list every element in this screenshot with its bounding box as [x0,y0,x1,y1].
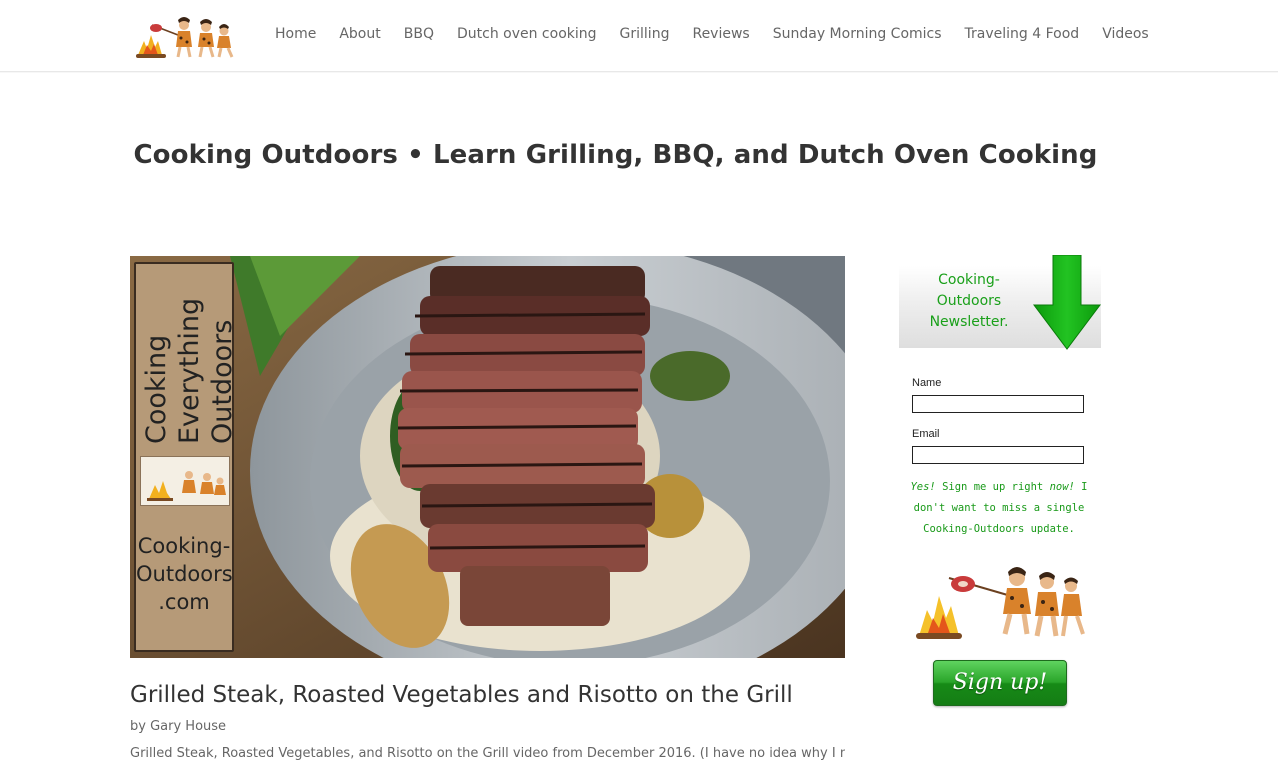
page-title: Cooking Outdoors • Learn Grilling, BBQ, … [133,140,1098,170]
newsletter-heading-line1: Cooking- [938,272,1000,288]
newsletter-heading-line2: Outdoors [936,293,1002,309]
nav-item-bbq[interactable]: BBQ [404,26,434,46]
site-logo[interactable] [134,11,236,59]
nav-item-traveling-4-food[interactable]: Traveling 4 Food [965,26,1080,46]
newsletter-heading-line3: Newsletter. [929,314,1009,330]
sign-url-text: Cooking- Outdoors .com [136,532,233,616]
nav-item-reviews[interactable]: Reviews [692,26,749,46]
note-part1: Sign me up right [935,481,1050,493]
name-label: Name [912,377,942,389]
email-input[interactable] [912,446,1084,464]
nav-item-dutch-oven-cooking[interactable]: Dutch oven cooking [457,26,597,46]
signup-button[interactable]: Sign up! [933,660,1067,706]
post-excerpt: Grilled Steak, Roasted Vegetables, and R… [130,746,845,761]
note-now: now! [1049,481,1075,493]
name-input[interactable] [912,395,1084,413]
sign-caveman-picture [140,456,230,506]
green-down-arrow-icon [1033,255,1101,350]
caveman-logo-icon [136,17,234,58]
byline-prefix: by [130,719,151,734]
post-byline: by Gary House [130,719,226,734]
sign-url-line1: Cooking- [137,534,231,558]
main-nav: Home About BBQ Dutch oven cooking Grilli… [275,26,1149,46]
nav-item-sunday-morning-comics[interactable]: Sunday Morning Comics [773,26,942,46]
sign-vertical-text: Cooking Everything Outdoors [141,294,238,444]
nav-item-about[interactable]: About [339,26,380,46]
sign-line3: Outdoors [207,319,238,444]
sign-url-line3: .com [158,590,210,614]
featured-image[interactable]: Cooking Everything Outdoors Cooking- Out… [130,256,845,658]
note-line3: Cooking-Outdoors update. [923,523,1075,535]
nav-item-videos[interactable]: Videos [1102,26,1149,46]
cooking-everything-outdoors-sign: Cooking Everything Outdoors Cooking- Out… [134,262,238,652]
site-header: Home About BBQ Dutch oven cooking Grilli… [0,0,1278,72]
email-label: Email [912,428,940,440]
nav-item-grilling[interactable]: Grilling [620,26,670,46]
author-link[interactable]: Gary House [150,719,226,734]
note-line2: don't want to miss a single [913,502,1085,514]
note-yes: Yes! [910,481,936,493]
sign-line2: Everything [174,297,205,444]
note-part2: I [1074,481,1088,493]
newsletter-note: Yes! Sign me up right now! I don't want … [908,477,1090,540]
nav-item-home[interactable]: Home [275,26,316,46]
post-title[interactable]: Grilled Steak, Roasted Vegetables and Ri… [130,682,793,708]
sign-url-line2: Outdoors [136,562,233,586]
steak-photo [130,256,845,658]
cavemen-campfire-illustration [916,567,1085,639]
sign-line1: Cooking [141,334,172,444]
newsletter-heading: Cooking- Outdoors Newsletter. [899,270,1039,333]
